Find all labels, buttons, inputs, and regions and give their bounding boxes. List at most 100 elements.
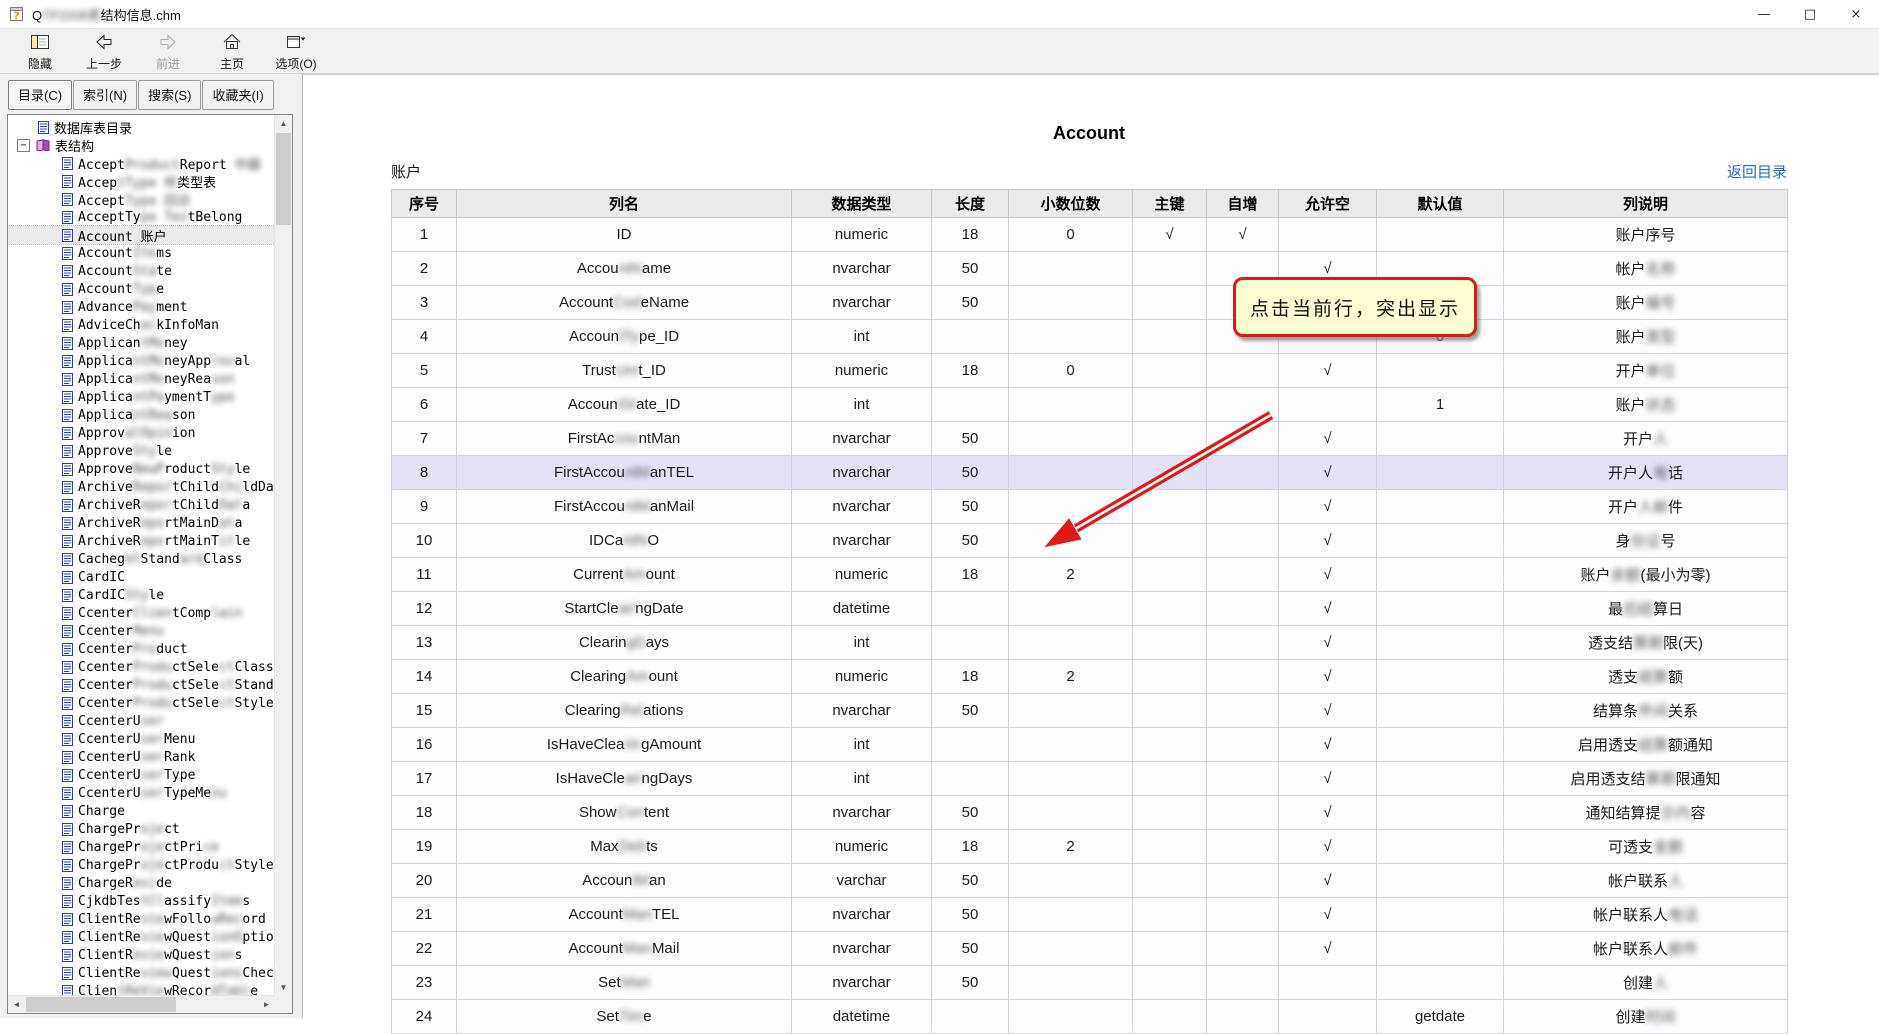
table-row[interactable]: 5TrustUnit_IDnumeric180√开户单位 [392, 354, 1788, 388]
tree-item[interactable]: ClientReviewQuestions [8, 946, 275, 964]
table-row[interactable]: 20AccountManvarchar50√帐户联系人 [392, 864, 1788, 898]
tree-item[interactable]: ApplicantMoneyReason [8, 370, 275, 388]
scroll-down-icon[interactable]: ▼ [275, 979, 292, 996]
table-row[interactable]: 10IDCardNOnvarchar50√身份证号 [392, 524, 1788, 558]
table-row[interactable]: 17IsHaveClearingDaysint√启用透支结算期限通知 [392, 762, 1788, 796]
tree-item[interactable]: CcenterMenu [8, 622, 275, 640]
table-row[interactable]: 13ClearingDaysint√透支结算期限(天) [392, 626, 1788, 660]
tree-item-root[interactable]: 数据库表目录 [8, 118, 275, 136]
table-row[interactable]: 21AccountManTELnvarchar50√帐户联系人电话 [392, 898, 1788, 932]
tree-item[interactable]: Account 账户 [8, 226, 275, 244]
tree-item[interactable]: ApprovalOpinion [8, 424, 275, 442]
tree-item[interactable]: CcenterClientComplain [8, 604, 275, 622]
table-row[interactable]: 11CurrentAmountnumeric182√账户余额(最小为零) [392, 558, 1788, 592]
tree-item[interactable]: CcenterProductSelectClass [8, 658, 275, 676]
tree-item[interactable]: ChargeProject [8, 820, 275, 838]
tree-item[interactable]: CcenterProductSelectStand [8, 676, 275, 694]
tree-item[interactable]: ApplicantReason [8, 406, 275, 424]
tree-item[interactable]: ChargeProjectPrice [8, 838, 275, 856]
tree-item[interactable]: AdvancePayment [8, 298, 275, 316]
document-icon [62, 193, 73, 206]
table-row[interactable]: 16IsHaveClearingAmountint√启用透支结算额通知 [392, 728, 1788, 762]
tree-item[interactable]: ClientReviewQuestionOption [8, 928, 275, 946]
table-row[interactable]: 12StartClearingDatedatetime√最后结算日 [392, 592, 1788, 626]
tree-item[interactable]: CcenterUserRank [8, 748, 275, 766]
table-row[interactable]: 18ShowContentnvarchar50√通知结算提示内容 [392, 796, 1788, 830]
tree-item[interactable]: ClientReviewQuestionsCheck [8, 964, 275, 982]
tree-item[interactable]: CcenterUser [8, 712, 275, 730]
table-row[interactable]: 22AccountManMailnvarchar50√帐户联系人邮件 [392, 932, 1788, 966]
tree-item[interactable]: AdviceCheckInfoMan [8, 316, 275, 334]
table-row[interactable]: 4AccountType_IDint0账户类型 [392, 320, 1788, 354]
tree-item[interactable]: AcceptType TestBelong [8, 208, 275, 226]
tree-horizontal-scrollbar[interactable]: ◄ ► [8, 995, 275, 1013]
forward-button[interactable]: 前进 [136, 29, 200, 73]
tree-item[interactable]: CcenterUserTypeMenu [8, 784, 275, 802]
tree-item[interactable]: AccountType [8, 280, 275, 298]
tree-group-label: 表结构 [55, 136, 94, 155]
tree-item[interactable]: CcenterProduct [8, 640, 275, 658]
table-row[interactable]: 8FirstAccountManTELnvarchar50√开户人电话 [392, 456, 1788, 490]
tree-item[interactable]: ApproveNewProductStyle [8, 460, 275, 478]
tree-item[interactable]: AccountItems [8, 244, 275, 262]
scroll-right-icon[interactable]: ► [258, 996, 275, 1013]
tree-item[interactable]: ApproveStyle [8, 442, 275, 460]
tree-item[interactable]: ApplicantMoney [8, 334, 275, 352]
hide-button[interactable]: 隐藏 [8, 29, 72, 73]
table-row[interactable]: 1IDnumeric180√√账户序号 [392, 218, 1788, 252]
tab-search[interactable]: 搜索(S) [138, 80, 201, 110]
tree-item[interactable]: CardIC [8, 568, 275, 586]
tree-item[interactable]: CjkdbTestClassifyItems [8, 892, 275, 910]
tree-item[interactable]: ChargeProjectProductStyle [8, 856, 275, 874]
tree-item[interactable]: ApplicantPaymentType [8, 388, 275, 406]
back-to-catalog-link[interactable]: 返回目录 [1717, 161, 1787, 182]
table-row[interactable]: 2AccountNamenvarchar50√帐户名称 [392, 252, 1788, 286]
tree-item[interactable]: Charge [8, 802, 275, 820]
table-row[interactable]: 6AccountState_IDint1账户状态 [392, 388, 1788, 422]
tree-item[interactable]: AcceptType 样类型表 [8, 172, 275, 190]
tree-item[interactable]: ArchiveReportMainData [8, 514, 275, 532]
home-button[interactable]: 主页 [200, 29, 264, 73]
cell-pk [1133, 286, 1207, 320]
minimize-button[interactable]: — [1741, 0, 1787, 28]
tree-item-label: CcenterUser [78, 714, 164, 729]
table-row[interactable]: 24SetTimedatetimegetdate创建时间 [392, 1000, 1788, 1034]
tree-item[interactable]: CcenterProductSelectStyle [8, 694, 275, 712]
tree-item[interactable]: CardICStyle [8, 586, 275, 604]
tree-item[interactable]: ClientReviewFollowRecord [8, 910, 275, 928]
tree-item[interactable]: ChargeReside [8, 874, 275, 892]
tree-item[interactable]: AcceptType 回访 [8, 190, 275, 208]
tree-vertical-scrollbar[interactable]: ▲ ▼ [274, 115, 292, 996]
tree-item[interactable]: ArchiveReportMainTitle [8, 532, 275, 550]
table-row[interactable]: 9FirstAccountManMailnvarchar50√开户人邮件 [392, 490, 1788, 524]
tab-favorites[interactable]: 收藏夹(I) [202, 80, 273, 110]
tree-item-group[interactable]: − 表结构 [8, 136, 275, 154]
table-row[interactable]: 3AccountCodeNamenvarchar50账户编号 [392, 286, 1788, 320]
tree-item[interactable]: CcenterUserType [8, 766, 275, 784]
table-row[interactable]: 14ClearingAmountnumeric182√透支结算额 [392, 660, 1788, 694]
tree-item[interactable]: ApplicantMoneyApproval [8, 352, 275, 370]
table-row[interactable]: 7FirstAccountMannvarchar50√开户人 [392, 422, 1788, 456]
scroll-left-icon[interactable]: ◄ [8, 996, 25, 1013]
horizontal-scroll-thumb[interactable] [26, 997, 176, 1012]
tree-item[interactable]: AccountState [8, 262, 275, 280]
tree-item[interactable]: CachegetStandardClass [8, 550, 275, 568]
tree-item[interactable]: AcceptProductReport 中國 [8, 154, 275, 172]
collapse-expander-icon[interactable]: − [17, 139, 30, 152]
tree-item[interactable]: CcenterUserMenu [8, 730, 275, 748]
tree-item[interactable]: ArchiveReportChildChildData [8, 478, 275, 496]
tab-index[interactable]: 索引(N) [73, 80, 137, 110]
tree-item[interactable]: ClientReViewRecordTable [8, 982, 275, 996]
tab-contents[interactable]: 目录(C) [8, 80, 72, 110]
back-button[interactable]: 上一步 [72, 29, 136, 73]
table-row[interactable]: 15ClearingRelationsnvarchar50√结算条件间关系 [392, 694, 1788, 728]
options-button[interactable]: 选项(O) [264, 29, 328, 73]
table-row[interactable]: 19MaxDebtsnumeric182√可透支金额 [392, 830, 1788, 864]
vertical-scroll-thumb[interactable] [276, 133, 291, 225]
maximize-button[interactable]: □ [1787, 0, 1833, 28]
scroll-up-icon[interactable]: ▲ [275, 115, 292, 132]
tree-item[interactable]: ArchiveReportChildData [8, 496, 275, 514]
cell-ai: √ [1207, 218, 1279, 252]
close-button[interactable]: × [1833, 0, 1879, 28]
table-row[interactable]: 23SetMannvarchar50创建人 [392, 966, 1788, 1000]
